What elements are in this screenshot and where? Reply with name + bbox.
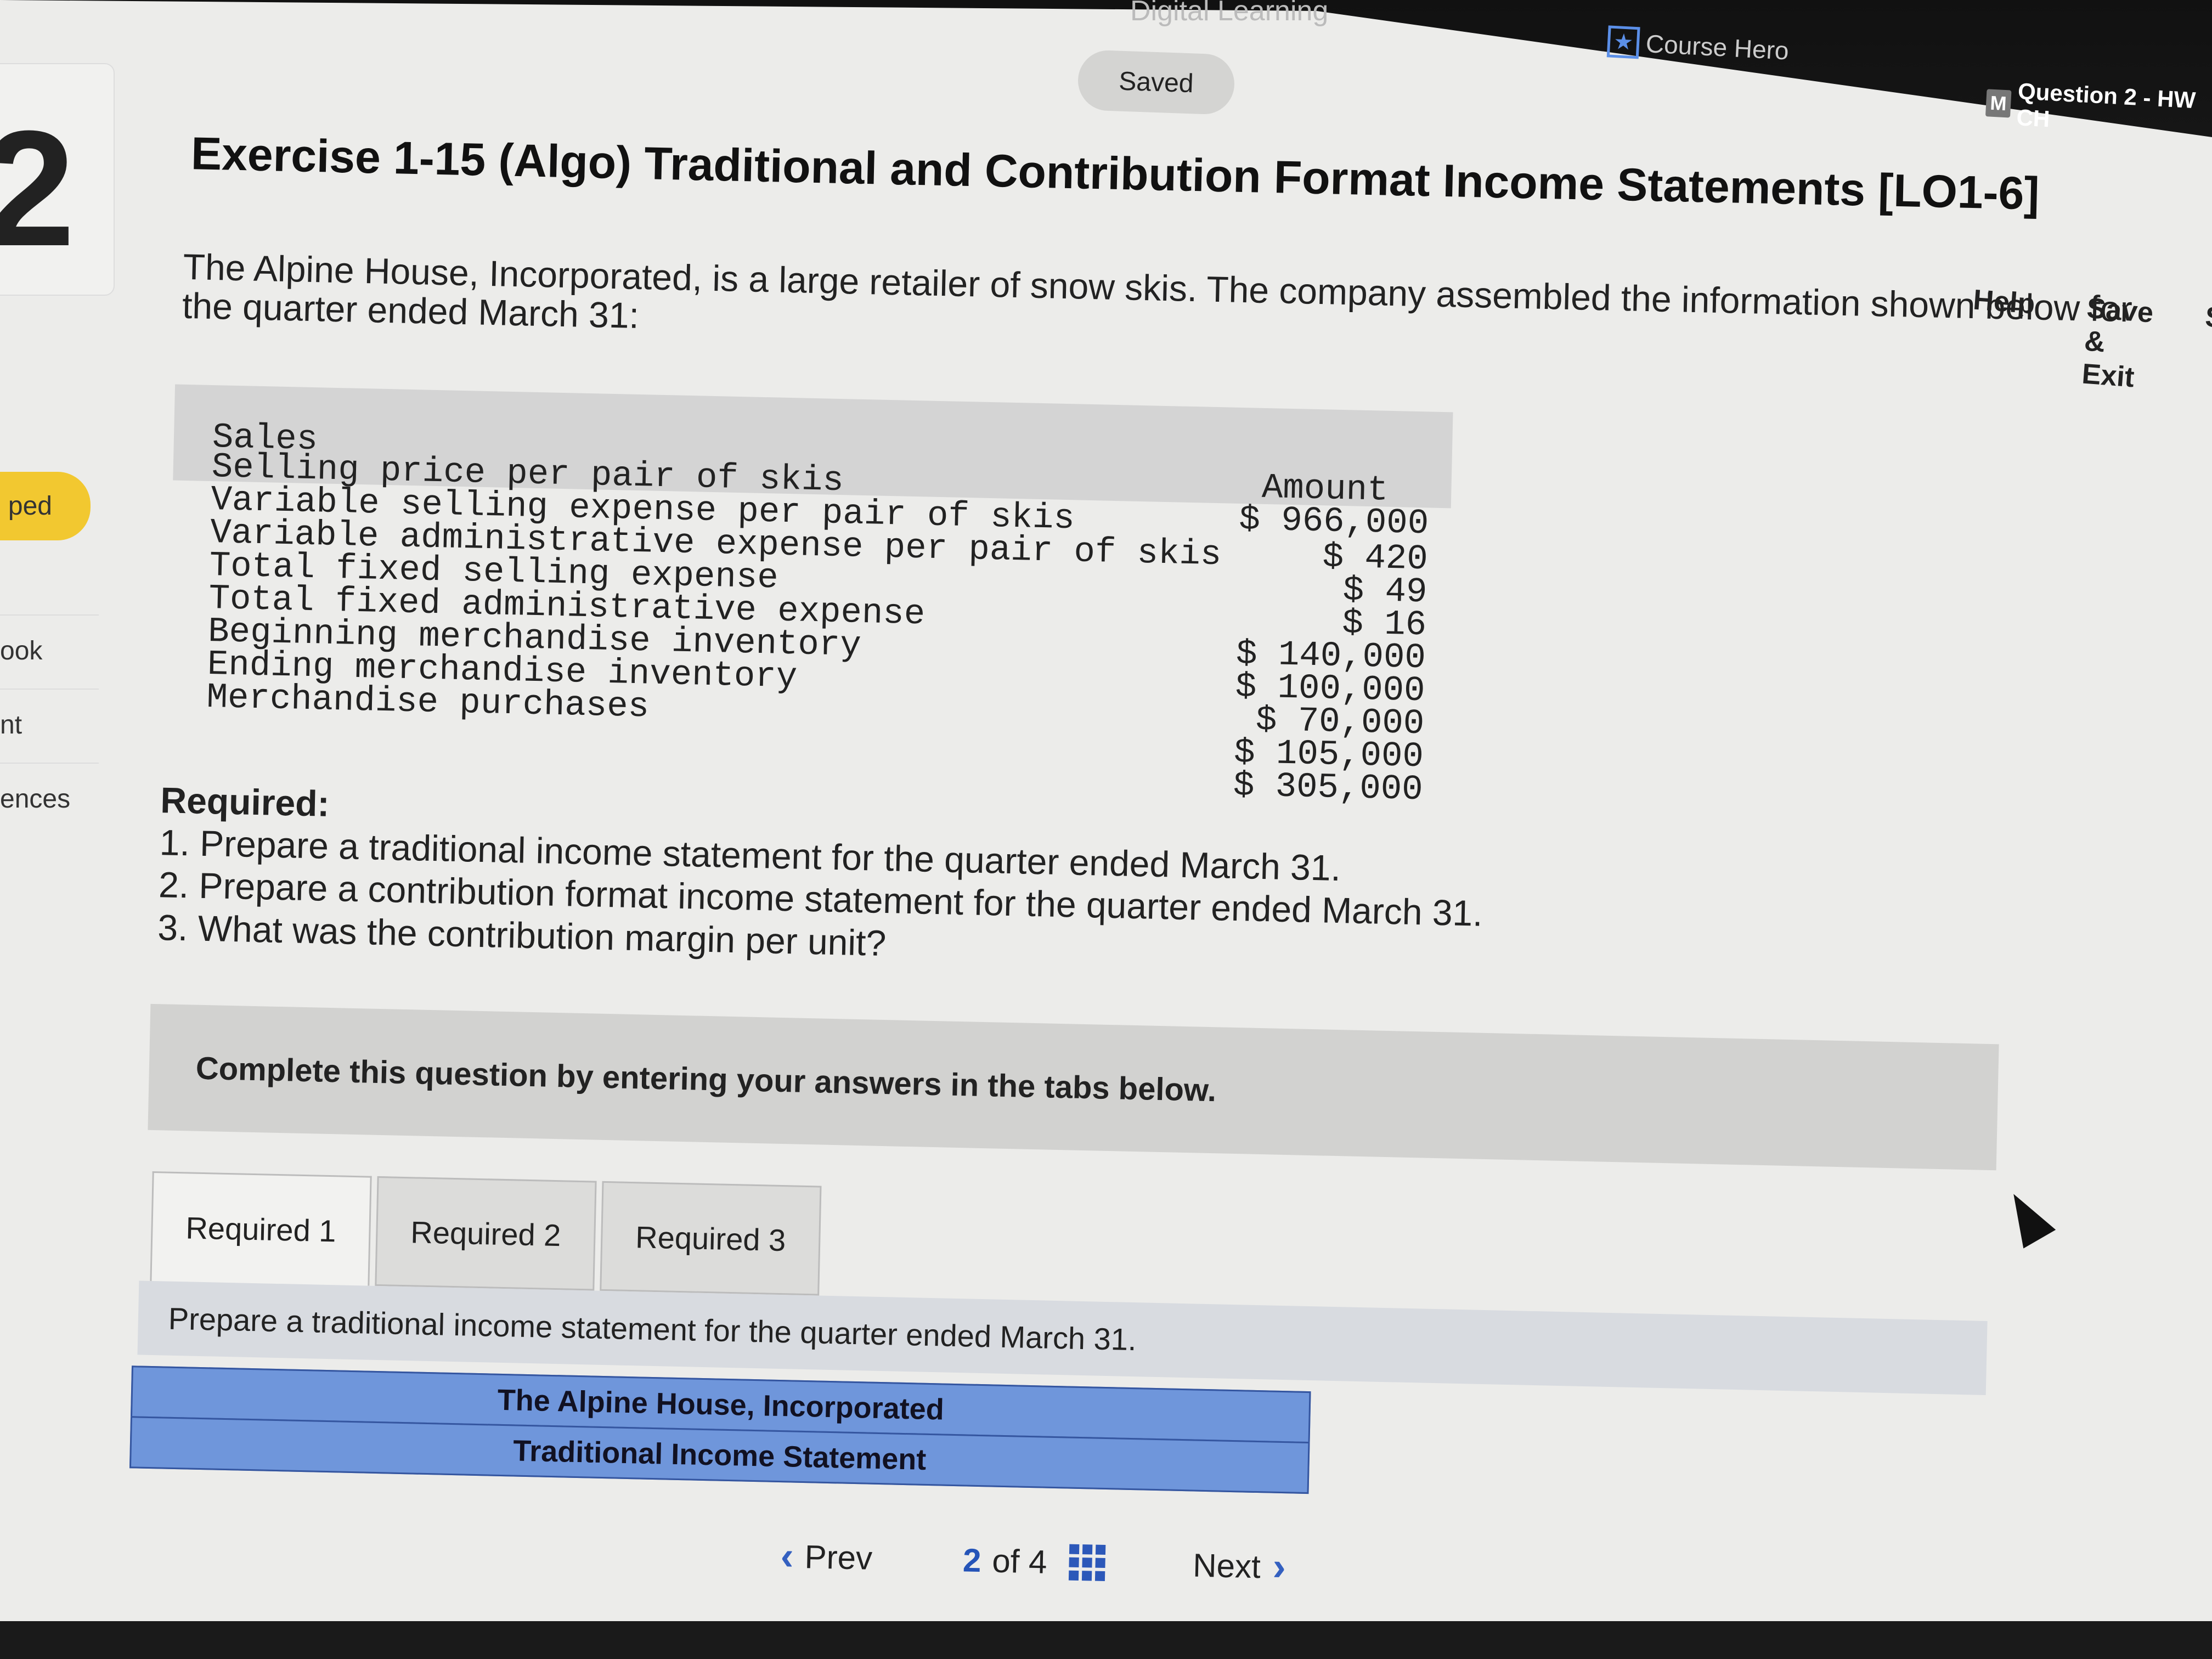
exercise-title: Exercise 1-15 (Algo) Traditional and Con… [190, 127, 2040, 219]
chevron-right-icon: › [1272, 1544, 1286, 1589]
star-icon: ★ [1606, 25, 1640, 59]
prev-label: Prev [804, 1538, 873, 1577]
page-total: of 4 [991, 1542, 1048, 1581]
required-section: Required: 1. Prepare a traditional incom… [157, 779, 1485, 977]
skipped-badge[interactable]: ped [0, 472, 91, 540]
page-indicator: 2 of 4 [962, 1541, 1047, 1581]
question-grid-icon[interactable] [1068, 1544, 1106, 1582]
os-dock [0, 1621, 2212, 1659]
tab-favicon-icon: M [1985, 89, 2012, 118]
submit-button[interactable]: Submit [2199, 301, 2212, 407]
chevron-left-icon: ‹ [780, 1534, 794, 1578]
course-hero-label: Course Hero [1645, 29, 1790, 65]
prev-button[interactable]: ‹ Prev [780, 1533, 873, 1581]
sidebar-item-ebook[interactable]: ook [0, 614, 99, 686]
given-data-table: Sales Amount Selling price per pair of s… [167, 384, 1453, 810]
browser-tab-question[interactable]: M Question 2 - HW CH [1985, 76, 2212, 140]
tab-required-1[interactable]: Required 1 [150, 1171, 372, 1286]
next-label: Next [1192, 1547, 1261, 1585]
saved-status-badge: Saved [1077, 49, 1235, 115]
sidebar-item-references[interactable]: ences [0, 763, 99, 834]
tab-required-3[interactable]: Required 3 [600, 1181, 822, 1296]
tab-required-2[interactable]: Required 2 [375, 1176, 597, 1291]
sidebar-item-print[interactable]: nt [0, 689, 99, 760]
tab-title: Question 2 - HW CH [2016, 78, 2197, 132]
question-navigation: ‹ Prev 2 of 4 Next › [780, 1533, 1286, 1589]
instructions-banner: Complete this question by entering your … [148, 1003, 1999, 1171]
question-number: 2 [0, 96, 75, 280]
question-content: Help Save & Exit Submit Exercise 1-15 (A… [129, 110, 2212, 1635]
required-tabs: Required 1 Required 2 Required 3 [150, 1171, 827, 1296]
exercise-intro: The Alpine House, Incorporated, is a lar… [182, 246, 2133, 336]
current-question: 2 [962, 1541, 982, 1579]
next-button[interactable]: Next › [1192, 1543, 1286, 1590]
app-title: Digital Learning [1130, 0, 1329, 27]
income-statement-header: The Alpine House, Incorporated Tradition… [129, 1365, 1311, 1494]
row-amount: $ 305,000 [1233, 766, 1424, 810]
